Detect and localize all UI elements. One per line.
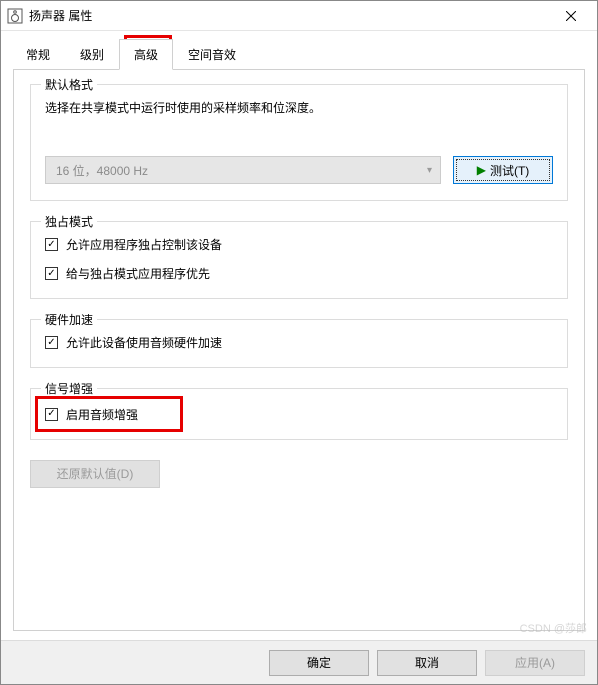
dialog-button-bar: 确定 取消 应用(A) xyxy=(1,640,597,684)
speaker-icon xyxy=(7,8,23,24)
ok-button[interactable]: 确定 xyxy=(269,650,369,676)
checkbox-row-priority: ✓ 给与独占模式应用程序优先 xyxy=(45,265,553,282)
restore-defaults-label: 还原默认值(D) xyxy=(57,465,134,482)
close-icon xyxy=(566,11,576,21)
tab-spatial[interactable]: 空间音效 xyxy=(173,39,251,70)
format-combobox[interactable]: 16 位，48000 Hz ▾ xyxy=(45,156,441,184)
checkbox-hardware[interactable]: ✓ xyxy=(45,336,58,349)
tab-advanced[interactable]: 高级 xyxy=(119,39,173,70)
checkbox-allow-exclusive[interactable]: ✓ xyxy=(45,238,58,251)
enhance-wrap: ✓ 启用音频增强 xyxy=(45,406,138,423)
window-title: 扬声器 属性 xyxy=(29,7,92,24)
checkbox-enhance[interactable]: ✓ xyxy=(45,408,58,421)
group-title-exclusive: 独占模式 xyxy=(41,213,97,230)
apply-button[interactable]: 应用(A) xyxy=(485,650,585,676)
checkbox-label-enhance: 启用音频增强 xyxy=(66,406,138,423)
restore-defaults-button[interactable]: 还原默认值(D) xyxy=(30,460,160,488)
cancel-button[interactable]: 取消 xyxy=(377,650,477,676)
tab-strip: 常规 级别 高级 空间音效 xyxy=(1,31,597,70)
group-hardware-accel: 硬件加速 ✓ 允许此设备使用音频硬件加速 xyxy=(30,319,568,368)
ok-button-label: 确定 xyxy=(307,654,331,671)
group-default-format: 默认格式 选择在共享模式中运行时使用的采样频率和位深度。 16 位，48000 … xyxy=(30,84,568,201)
group-title-enhance: 信号增强 xyxy=(41,380,97,397)
test-button-label: 测试(T) xyxy=(490,162,529,179)
format-combobox-value: 16 位，48000 Hz xyxy=(56,162,148,179)
group-signal-enhance: 信号增强 ✓ 启用音频增强 xyxy=(30,388,568,440)
titlebar: 扬声器 属性 xyxy=(1,1,597,31)
checkbox-label-priority: 给与独占模式应用程序优先 xyxy=(66,265,210,282)
play-icon: ▶ xyxy=(477,163,486,177)
checkbox-label-allow-exclusive: 允许应用程序独占控制该设备 xyxy=(66,236,222,253)
properties-dialog: 扬声器 属性 常规 级别 高级 空间音效 默认格式 选择在共享模式中运行时使用的… xyxy=(0,0,598,685)
checkbox-priority[interactable]: ✓ xyxy=(45,267,58,280)
format-row: 16 位，48000 Hz ▾ ▶ 测试(T) xyxy=(45,156,553,184)
default-format-description: 选择在共享模式中运行时使用的采样频率和位深度。 xyxy=(45,99,553,116)
chevron-down-icon: ▾ xyxy=(427,165,432,176)
checkbox-row-allow-exclusive: ✓ 允许应用程序独占控制该设备 xyxy=(45,236,553,253)
group-exclusive-mode: 独占模式 ✓ 允许应用程序独占控制该设备 ✓ 给与独占模式应用程序优先 xyxy=(30,221,568,299)
cancel-button-label: 取消 xyxy=(415,654,439,671)
checkbox-row-hardware: ✓ 允许此设备使用音频硬件加速 xyxy=(45,334,553,351)
checkbox-label-hardware: 允许此设备使用音频硬件加速 xyxy=(66,334,222,351)
advanced-panel: 默认格式 选择在共享模式中运行时使用的采样频率和位深度。 16 位，48000 … xyxy=(13,69,585,631)
checkbox-row-enhance: ✓ 启用音频增强 xyxy=(45,406,138,423)
group-title-default-format: 默认格式 xyxy=(41,76,97,93)
close-button[interactable] xyxy=(551,2,591,30)
apply-button-label: 应用(A) xyxy=(515,654,555,671)
group-title-hardware: 硬件加速 xyxy=(41,311,97,328)
tab-levels[interactable]: 级别 xyxy=(65,39,119,70)
tab-general[interactable]: 常规 xyxy=(11,39,65,70)
test-button[interactable]: ▶ 测试(T) xyxy=(453,156,553,184)
